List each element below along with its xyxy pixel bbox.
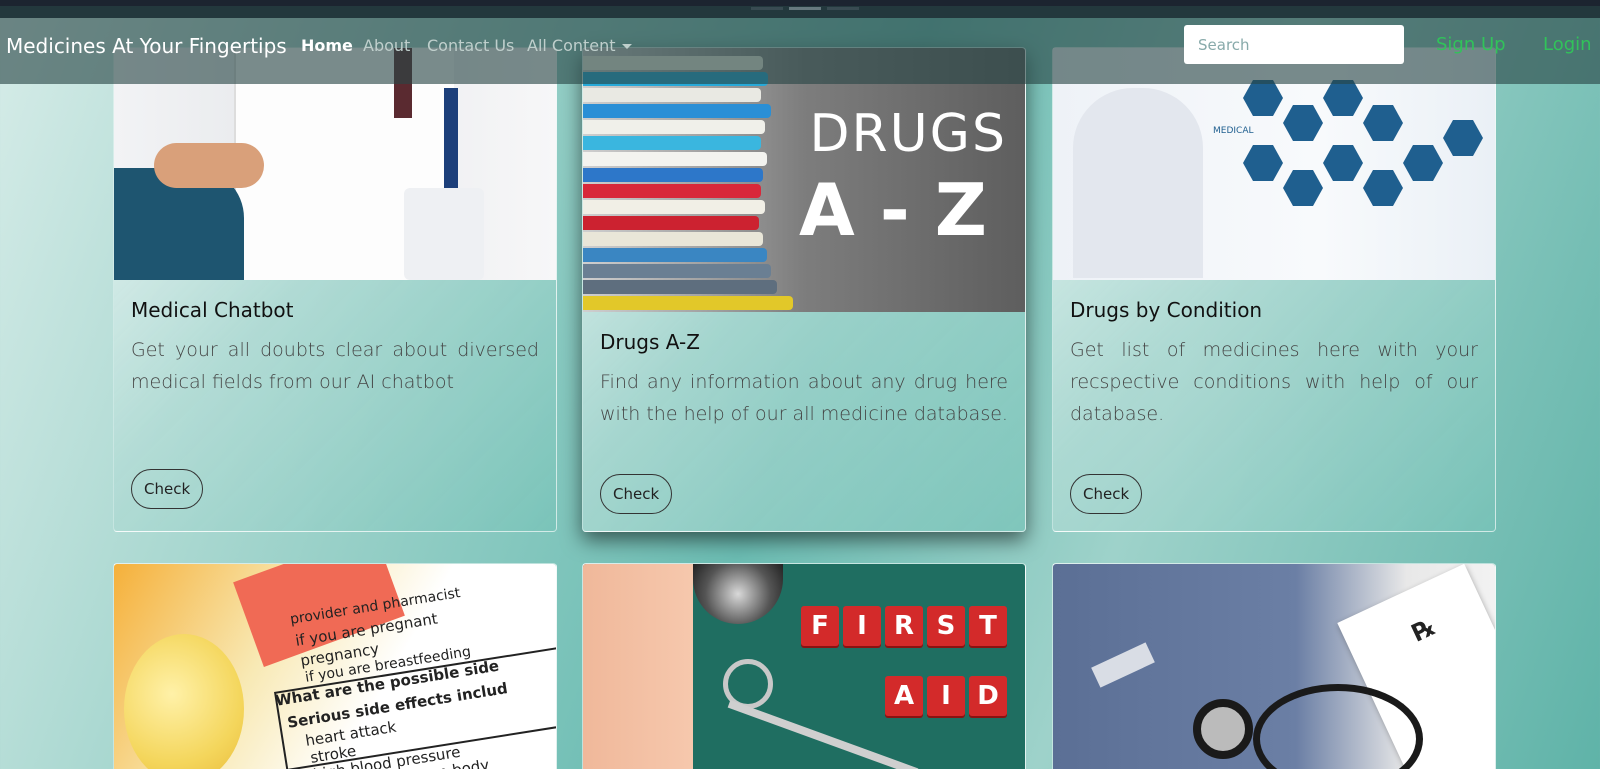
chevron-down-icon	[621, 44, 632, 49]
tile-letter: R	[885, 606, 923, 646]
tile-letter: I	[843, 606, 881, 646]
card-title: Medical Chatbot	[131, 298, 294, 322]
first-aid-image: F I R S T A I D	[583, 564, 1025, 769]
nav-all-content-dropdown[interactable]: All Content	[527, 36, 632, 55]
tile-letter: T	[969, 606, 1007, 646]
card-prescription: ℞	[1052, 563, 1496, 769]
check-button-by-condition[interactable]: Check	[1070, 474, 1143, 514]
card-drugs-a-z: DRUGS A - Z Drugs A-Z Find any informati…	[582, 47, 1026, 532]
drugs-image-text: DRUGS	[809, 104, 1007, 164]
tile-letter: D	[969, 676, 1007, 716]
card-body: Medical Chatbot Get your all doubts clea…	[114, 280, 556, 412]
search-input[interactable]	[1184, 25, 1404, 64]
card-medical-chatbot: Medical Chatbot Get your all doubts clea…	[113, 47, 557, 532]
scrubs-stethoscope-image: ℞	[1053, 564, 1495, 769]
pills-side-effects-image: provider and pharmacist if you are pregn…	[114, 564, 556, 769]
nav-all-content-label: All Content	[527, 36, 616, 55]
card-first-aid: F I R S T A I D	[582, 563, 1026, 769]
card-title: Drugs A-Z	[600, 330, 700, 354]
drugs-books-image: DRUGS A - Z	[583, 48, 1025, 312]
nav-contact[interactable]: Contact Us	[427, 36, 514, 55]
card-text: Get list of medicines here with your rec…	[1070, 339, 1478, 425]
card-text: Find any information about any drug here…	[600, 371, 1008, 425]
az-image-text: A - Z	[799, 168, 987, 252]
check-button-drugs-az[interactable]: Check	[600, 474, 673, 514]
login-link[interactable]: Login	[1543, 34, 1592, 55]
tile-letter: S	[927, 606, 965, 646]
brand-link[interactable]: Medicines At Your Fingertips	[6, 34, 287, 58]
tile-letter: I	[927, 676, 965, 716]
tile-letter: F	[801, 606, 839, 646]
nav-about[interactable]: About	[363, 36, 410, 55]
sign-up-link[interactable]: Sign Up	[1436, 34, 1506, 55]
check-button-chatbot[interactable]: Check	[131, 469, 204, 509]
tile-letter: A	[885, 676, 923, 716]
nav-home[interactable]: Home	[301, 36, 353, 55]
card-body: Drugs A-Z Find any information about any…	[583, 312, 1025, 444]
card-text: Get your all doubts clear about diversed…	[131, 339, 539, 393]
navbar: Medicines At Your Fingertips Home About …	[0, 6, 1600, 84]
card-title: Drugs by Condition	[1070, 298, 1263, 322]
medical-hex-label: MEDICAL	[1213, 126, 1254, 136]
card-drugs-by-condition: MEDICAL Drugs by Condition Get list of m…	[1052, 47, 1496, 532]
card-body: Drugs by Condition Get list of medicines…	[1053, 280, 1495, 444]
card-side-effects: provider and pharmacist if you are pregn…	[113, 563, 557, 769]
